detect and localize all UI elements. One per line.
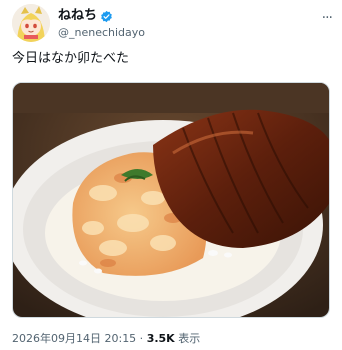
author-handle[interactable]: @_nenechidayo <box>58 26 145 39</box>
tweet-timestamp[interactable]: 2026年09月14日 20:15 <box>12 332 136 345</box>
more-options-icon[interactable]: ··· <box>322 10 333 26</box>
tweet-meta: 2026年09月14日 20:15 · 3.5K 表示 <box>12 332 200 346</box>
meta-separator: · <box>136 332 147 345</box>
avatar[interactable] <box>12 4 50 42</box>
tweet-text: 今日はなか卯たべた <box>12 51 130 66</box>
views-count: 3.5K <box>146 332 175 345</box>
tweet-photo[interactable] <box>12 82 330 318</box>
avatar-anime-girl-icon <box>12 4 50 42</box>
author-name-row[interactable]: ねねち <box>58 8 113 24</box>
author-display-name[interactable]: ねねち <box>58 8 97 24</box>
views-label: 表示 <box>178 332 201 345</box>
food-photo-oyakodon-unagi-icon <box>13 83 329 317</box>
verified-badge-icon <box>101 10 112 22</box>
